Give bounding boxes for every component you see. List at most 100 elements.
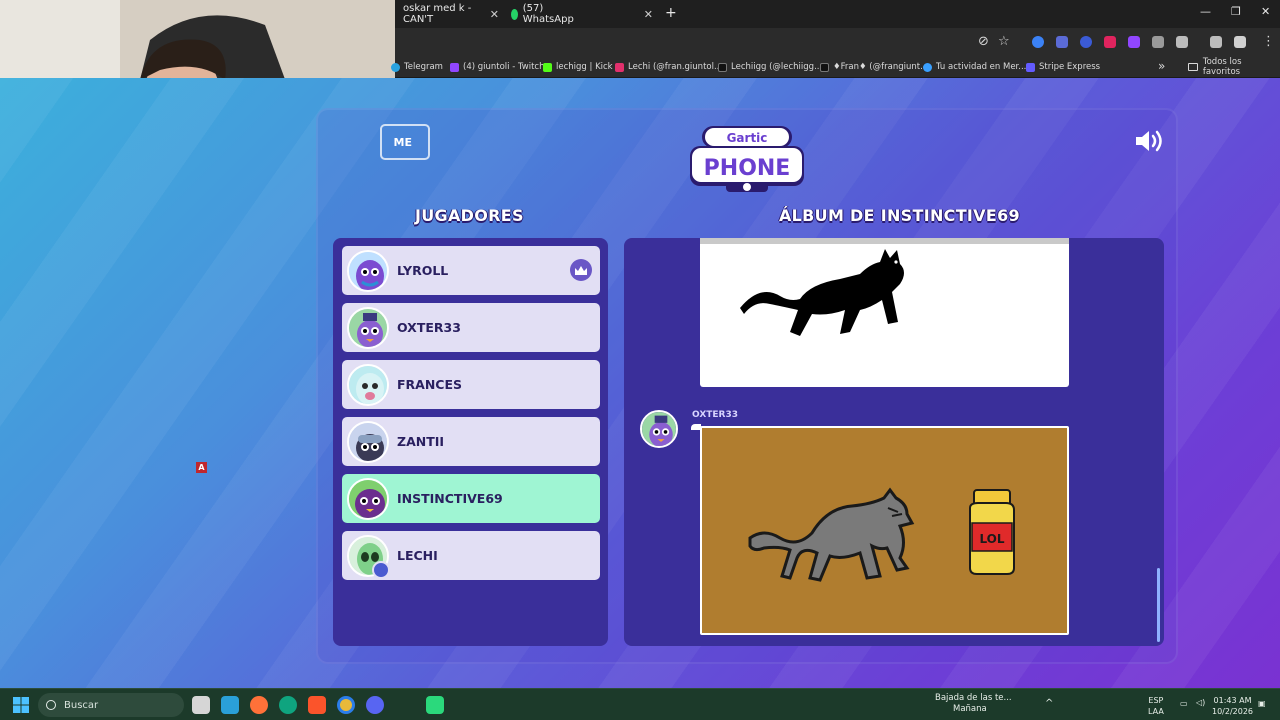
bookmark-star-icon[interactable]: ☆ xyxy=(998,34,1010,49)
player-name: FRANCES xyxy=(397,377,463,392)
bookmark-stripe[interactable]: Stripe Express xyxy=(1026,56,1100,78)
tab-label: oskar med k - CAN'T xyxy=(403,3,472,25)
player-row-zantii[interactable]: ZANTII xyxy=(342,417,600,466)
extension-icon[interactable] xyxy=(1152,36,1164,48)
sound-icon[interactable] xyxy=(1134,128,1166,154)
terminal-icon[interactable] xyxy=(221,696,239,714)
players-heading: JUGADORES xyxy=(415,206,524,225)
extension-icon[interactable] xyxy=(1032,36,1044,48)
restore-icon[interactable]: ❐ xyxy=(1231,5,1241,18)
mute-icon[interactable]: ⊘ xyxy=(978,34,989,49)
album-scrollbar[interactable] xyxy=(1157,568,1160,642)
player-name: ZANTII xyxy=(397,434,445,449)
close-window-icon[interactable]: ✕ xyxy=(1261,5,1270,18)
home-button[interactable]: ME xyxy=(380,124,430,160)
all-bookmarks-folder[interactable]: Todos los favoritos xyxy=(1188,56,1280,78)
user-badge-icon xyxy=(372,561,390,579)
extensions-puzzle-icon[interactable] xyxy=(1176,36,1188,48)
player-name: OXTER33 xyxy=(397,320,461,335)
language-top: ESP xyxy=(1148,696,1164,705)
bookmark-instagram[interactable]: Lechi (@fran.giuntol... xyxy=(615,56,722,78)
bookmark-label: Telegram xyxy=(404,62,443,72)
language-bottom: LAA xyxy=(1148,707,1164,716)
app-icon[interactable] xyxy=(426,696,444,714)
edge-icon[interactable] xyxy=(279,696,297,714)
bookmark-label: Todos los favoritos xyxy=(1202,57,1242,77)
notification-bell-icon[interactable]: ▣ xyxy=(1258,698,1266,709)
weather-notification[interactable]: Bajada de las te... Mañana xyxy=(935,693,1012,715)
bookmark-label: Tu actividad en Mer... xyxy=(936,62,1027,72)
gartic-phone-logo: Gartic PHONE xyxy=(690,126,804,192)
reading-list-icon[interactable] xyxy=(1210,36,1222,48)
folder-icon xyxy=(1188,63,1198,71)
logo-top-text: Gartic xyxy=(727,131,768,145)
whatsapp-icon xyxy=(511,8,518,20)
discord-icon[interactable] xyxy=(366,696,384,714)
tab-label: (57) WhatsApp xyxy=(522,3,574,25)
chrome-icon[interactable] xyxy=(337,696,355,714)
bookmark-label: Stripe Express xyxy=(1039,62,1101,72)
chevron-up-icon[interactable]: ^ xyxy=(1045,698,1053,709)
twitch-icon xyxy=(450,62,459,72)
chevron-right-icon[interactable]: » xyxy=(1158,59,1165,73)
extension-icon[interactable] xyxy=(1128,36,1140,48)
task-view-icon[interactable] xyxy=(192,696,210,714)
clock[interactable]: 01:43 AM 10/2/2026 xyxy=(1212,695,1253,717)
tab-whatsapp[interactable]: (57) WhatsApp ✕ xyxy=(503,0,653,28)
game-page: ME Gartic PHONE JUGADORES ÁLBUM DE INSTI… xyxy=(0,78,1280,688)
close-icon[interactable]: ✕ xyxy=(644,8,653,21)
bookmark-label: Lechiigg (@lechiigg... xyxy=(731,62,823,72)
album-heading: ÁLBUM DE INSTINCTIVE69 xyxy=(779,206,1020,225)
extension-icon[interactable] xyxy=(1056,36,1068,48)
drawing-image xyxy=(740,249,904,336)
avatar-image xyxy=(349,252,387,290)
player-row-frances[interactable]: FRANCES xyxy=(342,360,600,409)
extension-icon[interactable] xyxy=(1104,36,1116,48)
notification-title: Bajada de las te... xyxy=(935,693,1012,703)
player-avatar xyxy=(347,364,389,406)
bookmark-telegram[interactable]: Telegram xyxy=(391,56,443,78)
bookmark-label: ♦Fran♦ (@frangiunt... xyxy=(833,62,929,72)
menu-icon[interactable]: ⋮ xyxy=(1262,34,1275,49)
jar-label: LOL xyxy=(979,532,1004,546)
minimize-icon[interactable]: — xyxy=(1200,5,1211,18)
avatar-image xyxy=(349,366,387,404)
close-icon[interactable]: ✕ xyxy=(490,8,499,21)
volume-icon[interactable]: ◁) xyxy=(1196,697,1205,708)
player-avatar xyxy=(347,478,389,520)
profile-icon[interactable] xyxy=(1234,36,1246,48)
clock-date: 10/2/2026 xyxy=(1212,707,1254,716)
players-panel: LYROLL OXTER33 FRANCES ZANTII INSTINCTIV… xyxy=(333,238,608,646)
drawing-grey-cat-lol: LOL xyxy=(700,426,1069,635)
author-name: OXTER33 xyxy=(692,410,739,420)
player-row-instinctive69[interactable]: INSTINCTIVE69 xyxy=(342,474,600,523)
crown-icon xyxy=(570,259,592,281)
brave-icon[interactable] xyxy=(308,696,326,714)
avatar-image xyxy=(349,309,387,347)
player-row-lyroll[interactable]: LYROLL xyxy=(342,246,600,295)
new-tab-icon[interactable]: + xyxy=(665,5,677,21)
player-name: LYROLL xyxy=(397,263,449,278)
drawing-image: LOL xyxy=(748,487,1015,582)
browser-tabstrip: oskar med k - CAN'T ✕ (57) WhatsApp ✕ + … xyxy=(395,0,1280,28)
bookmark-x[interactable]: ♦Fran♦ (@frangiunt... xyxy=(820,56,928,78)
player-row-lechi[interactable]: LECHI xyxy=(342,531,600,580)
extension-icon[interactable] xyxy=(1080,36,1092,48)
kick-icon xyxy=(543,62,552,72)
bookmark-kick[interactable]: lechigg | Kick xyxy=(543,56,613,78)
search-placeholder: Buscar xyxy=(64,699,99,711)
bookmarks-bar: Telegram (4) giuntoli - Twitch lechigg |… xyxy=(391,56,1280,78)
player-avatar xyxy=(347,307,389,349)
firefox-icon[interactable] xyxy=(250,696,268,714)
bookmark-twitch[interactable]: (4) giuntoli - Twitch xyxy=(450,56,545,78)
bookmark-mercadopago[interactable]: Tu actividad en Mer... xyxy=(923,56,1026,78)
network-icon[interactable]: ▭ xyxy=(1180,698,1188,709)
logo-bottom-text: PHONE xyxy=(704,156,791,181)
tab-oskar[interactable]: oskar med k - CAN'T ✕ xyxy=(395,0,499,28)
player-row-oxter33[interactable]: OXTER33 xyxy=(342,303,600,352)
bookmark-tiktok[interactable]: Lechiigg (@lechiigg... xyxy=(718,56,822,78)
windows-start-icon[interactable] xyxy=(13,697,29,713)
taskbar-search[interactable]: Buscar xyxy=(38,693,184,717)
language-indicator[interactable]: ESP LAA xyxy=(1148,695,1164,717)
instagram-icon xyxy=(615,62,624,72)
